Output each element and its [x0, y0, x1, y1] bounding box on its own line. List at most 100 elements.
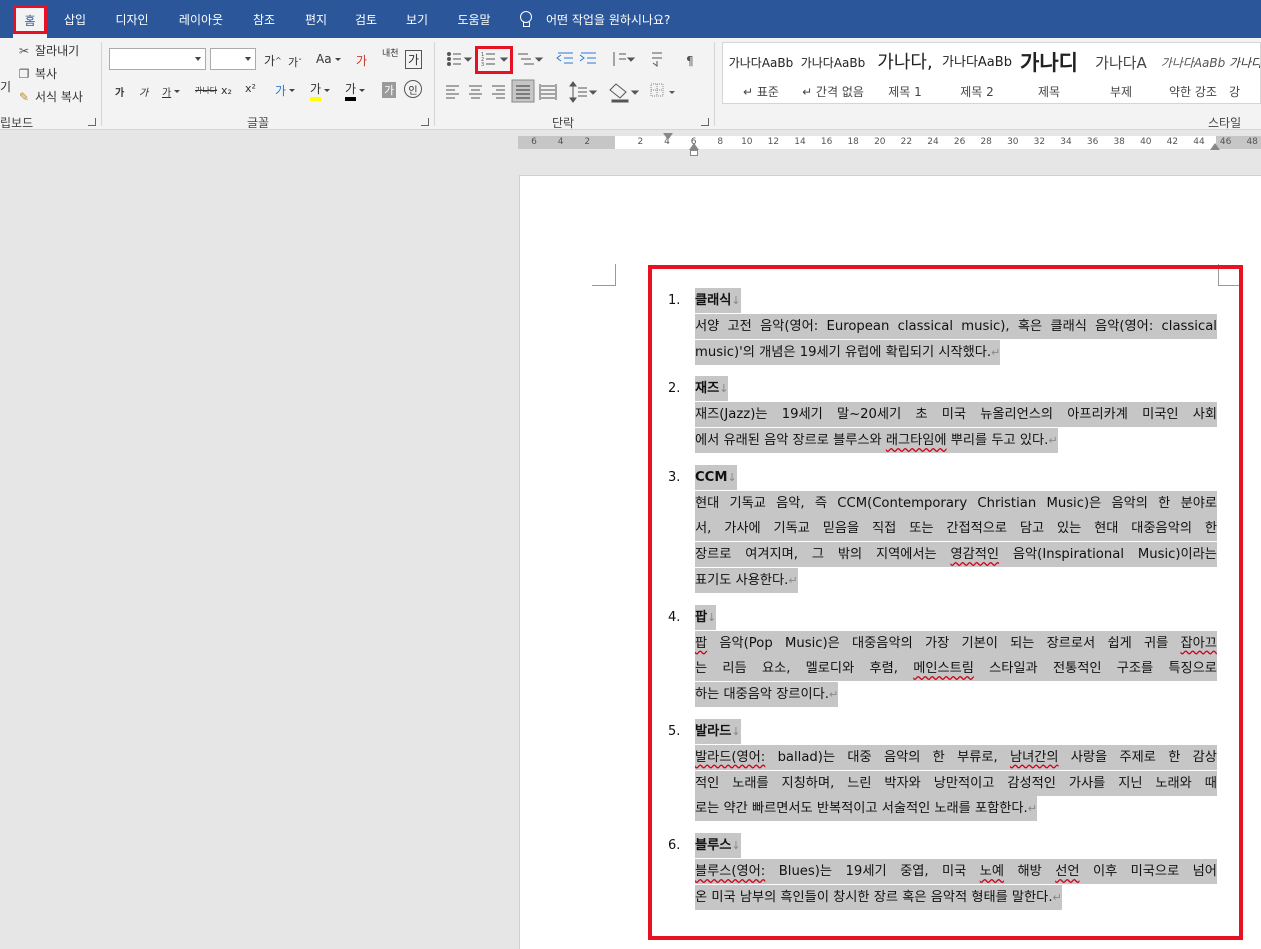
- first-line-indent-marker[interactable]: [663, 133, 673, 140]
- word: 대중음악의: [852, 635, 913, 651]
- paragraph-line[interactable]: 하는 대중음악 장르이다.↵: [695, 682, 839, 708]
- word: 감성적인: [1007, 775, 1056, 791]
- word: 뉴올리언스의: [980, 407, 1054, 423]
- word: 온: [695, 889, 708, 905]
- strikethrough-button[interactable]: 가나다: [195, 85, 217, 96]
- paragraph-line[interactable]: 에서 유래된 음악 장르로 블루스와 래그타임에 뿌리를 두고 있다.↵: [695, 428, 1058, 453]
- tell-me-box[interactable]: 어떤 작업을 원하시나요?: [518, 0, 670, 38]
- style-normal[interactable]: 가나다AaBb ↵ 표준: [725, 43, 797, 103]
- copy-label: 복사: [35, 67, 58, 81]
- word: 장르로: [792, 433, 829, 448]
- copy-button[interactable]: ❐ 복사: [16, 65, 57, 82]
- paragraph-line[interactable]: 적인 노래를 지칭하며, 느린 박자와 낭만적이고 감성적인 가사를 지닌 노래와 때: [695, 770, 1217, 796]
- tab-references[interactable]: 참조: [246, 0, 282, 38]
- style-name: 약한 강조: [1169, 85, 1217, 99]
- tab-review[interactable]: 검토: [348, 0, 384, 38]
- word: 포함한다.: [975, 801, 1028, 817]
- list-item-title[interactable]: 팝↓: [695, 604, 717, 630]
- paste-button-fragment[interactable]: 기: [0, 78, 11, 95]
- horizontal-ruler[interactable]: 6 4 2 2 4 6 8 10 12 14 16 18 20 22 24 26 28 30 32 34 36 38 40 4…: [518, 136, 1261, 149]
- word: 로는: [695, 801, 720, 817]
- tab-home[interactable]: 홈: [13, 6, 47, 38]
- change-case-button[interactable]: Aa: [316, 52, 341, 66]
- style-subtitle[interactable]: 가나다A 부제: [1085, 43, 1157, 103]
- paragraph-line[interactable]: 팝 음악(Pop Music)은 대중음악의 가장 기본이 되는 장르로서 쉽게 귀를 잡아끄: [695, 630, 1217, 656]
- font-size-combo[interactable]: [210, 48, 256, 70]
- lightbulb-icon: [518, 11, 532, 27]
- paragraph-line[interactable]: 발라드(영어: ballad)는 대중 음악의 한 부류로, 남녀간의 사랑을 주제로 한 감상: [695, 744, 1217, 770]
- style-heading-1[interactable]: 가나다, 제목 1: [869, 43, 941, 103]
- font-color-button[interactable]: 가: [345, 80, 366, 101]
- paragraph-line[interactable]: 는 리듬 요소, 멜로디와 후렴, 메인스트림 스타일과 전통적인 구조를 특징으로: [695, 656, 1217, 682]
- word: 귀를: [1143, 635, 1169, 651]
- tab-mailings[interactable]: 편지: [298, 0, 334, 38]
- left-indent-marker[interactable]: [690, 150, 698, 156]
- word: 클래식: [1050, 318, 1087, 334]
- shrink-font-button[interactable]: 가ˇ: [288, 54, 302, 70]
- word: 장르이다.: [776, 687, 829, 703]
- phonetic-guide-button[interactable]: 내천: [382, 50, 399, 59]
- word: 잡아끄: [1180, 635, 1217, 651]
- word: 블루스(영어:: [695, 864, 766, 879]
- word: 대중음악의: [1131, 521, 1192, 537]
- tab-design[interactable]: 디자인: [108, 0, 156, 38]
- tab-view[interactable]: 보기: [399, 0, 435, 38]
- paragraph-line[interactable]: music)'의 개념은 19세기 유럽에 확립되기 시작했다.↵: [695, 339, 1001, 365]
- format-painter-label: 서식 복사: [35, 90, 83, 104]
- paragraph-line[interactable]: 블루스(영어: Blues)는 19세기 중엽, 미국 노예 해방 선언 이후 미국으로 넘어: [695, 859, 1217, 884]
- clipboard-group-label: 립보드: [0, 116, 34, 130]
- character-shading-button[interactable]: 가: [382, 82, 397, 98]
- paragraph-line[interactable]: 서양 고전 음악(영어: European classical music), 혹은 클래식 음…: [695, 313, 1217, 339]
- subscript-button[interactable]: x₂: [221, 84, 232, 97]
- style-no-spacing[interactable]: 가나다AaBb ↵ 간격 없음: [797, 43, 869, 103]
- highlight-color-button[interactable]: 가: [310, 80, 331, 101]
- paragraph-dialog-launcher[interactable]: [701, 118, 709, 126]
- style-title[interactable]: 가나디 제목: [1013, 43, 1085, 103]
- word: Music)은: [1046, 495, 1102, 511]
- word: 표기도: [695, 573, 732, 588]
- style-subtle-emphasis[interactable]: 가나다AaBb 약한 강조: [1157, 43, 1229, 103]
- font-name-combo[interactable]: [109, 48, 206, 70]
- clear-formatting-button[interactable]: 가: [356, 52, 367, 69]
- paragraph-line[interactable]: 장르로 여겨지며, 그 밖의 지역에서는 영감적인 음악(Inspirational Musi…: [695, 542, 1217, 568]
- tab-help[interactable]: 도움말: [450, 0, 498, 38]
- group-separator: [101, 42, 102, 126]
- word: 리듬: [722, 661, 747, 677]
- tab-layout[interactable]: 레이아웃: [170, 0, 232, 38]
- list-item-title[interactable]: 발라드↓: [695, 719, 741, 744]
- grow-font-button[interactable]: 가 ^: [264, 52, 282, 69]
- enclose-characters-button[interactable]: 인: [404, 80, 422, 98]
- paragraph-line[interactable]: 재즈(Jazz)는 19세기 말~20세기 초 미국 뉴올리언스의 아프리카계 미국인 사회: [695, 402, 1217, 428]
- paragraph-line[interactable]: 표기도 사용한다.↵: [695, 568, 798, 593]
- style-heading-2[interactable]: 가나다AaBb 제목 2: [941, 43, 1013, 103]
- enclose-characters-icon: 인: [408, 85, 418, 97]
- right-indent-marker[interactable]: [1210, 143, 1220, 150]
- underline-button[interactable]: 가: [162, 84, 181, 99]
- line-break-mark: ↓: [719, 382, 729, 396]
- list-item-title[interactable]: CCM↓: [695, 464, 737, 490]
- hanging-indent-marker[interactable]: [689, 143, 699, 150]
- bullets-icon: [447, 52, 473, 66]
- paragraph-line[interactable]: 로는 약간 빠르면서도 반복적이고 서술적인 노래를 포함한다.↵: [695, 796, 1037, 822]
- style-emphasis[interactable]: 가나다 강: [1229, 43, 1260, 103]
- list-item-title[interactable]: 블루스↓: [695, 833, 741, 859]
- font-dialog-launcher[interactable]: [421, 118, 429, 126]
- superscript-button[interactable]: x²: [245, 82, 256, 95]
- word: 서,: [695, 521, 712, 537]
- word: 혹은: [1017, 318, 1043, 334]
- format-painter-button[interactable]: ✎ 서식 복사: [16, 88, 83, 105]
- text-effects-button[interactable]: 가: [275, 82, 296, 99]
- cut-label: 잘라내기: [35, 44, 80, 58]
- paragraph-line[interactable]: 현대 기독교 음악, 즉 CCM(Contemporary Christian Music)…: [695, 490, 1217, 516]
- italic-button[interactable]: 가: [139, 84, 148, 99]
- character-border-button[interactable]: 가: [405, 50, 423, 69]
- tab-insert[interactable]: 삽입: [56, 0, 94, 38]
- cut-button[interactable]: ✂ 잘라내기: [16, 42, 79, 59]
- bold-button[interactable]: 가: [115, 84, 124, 99]
- list-item-title[interactable]: 클래식↓: [695, 288, 741, 313]
- paragraph-line[interactable]: 서, 가사에 기독교 믿음을 직접 또는 간접적으로 담고 있는 현대 대중음악의 한: [695, 516, 1217, 542]
- paragraph-line[interactable]: 온 미국 남부의 흑인들이 창시한 장르 혹은 음악적 형태를 말한다.↵: [695, 884, 1062, 910]
- word: 가장: [924, 635, 950, 651]
- clipboard-dialog-launcher[interactable]: [88, 118, 96, 126]
- list-item-title[interactable]: 재즈↓: [695, 376, 729, 402]
